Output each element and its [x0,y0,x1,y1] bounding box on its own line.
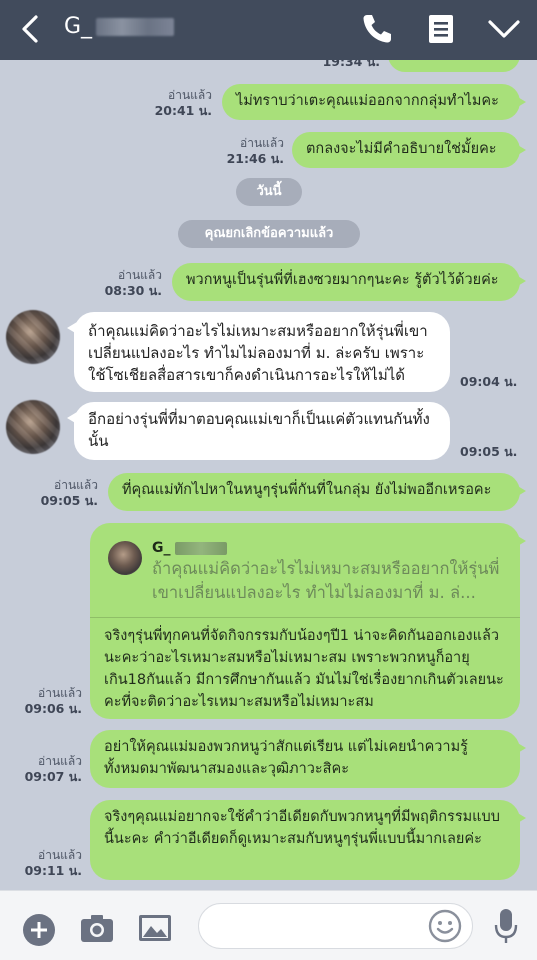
message-meta: 09:05 น. [460,444,530,459]
quoted-text[interactable]: ถ้าคุณแม่คิดว่าอะไรไม่เหมาะสมหรืออยากให้… [152,557,504,605]
input-bar [0,890,537,960]
message-bubble[interactable]: ไม่ทราบว่าเตะคุณแม่ออกจากกลุ่มทำไมคะ [222,84,526,120]
message-bubble[interactable]: อีกอย่างรุ่นพี่ที่มาตอบคุณแม่เขาก็เป็นแค… [67,402,450,460]
message-meta: อ่านแล้ว 09:06 น. [10,686,82,716]
message-text: ที่คุณแม่ทักไปหาในหนูๆรุ่นพี่กันที่ในกลุ… [122,482,492,498]
mic-icon[interactable] [494,907,518,945]
chat-header: G_ [0,0,537,60]
message-time: 08:30 น. [104,283,162,298]
blurred-name [96,18,175,36]
message-meta: อ่านแล้ว 09:11 น. [10,848,82,878]
unsent-notice: คุณยกเลิกข้อความแล้ว [178,220,360,248]
chat-area[interactable]: 19:34 น. อ่านแล้ว 20:41 น. ไม่ทราบว่าเตะ… [0,60,537,890]
chevron-down-icon[interactable] [487,16,521,42]
date-separator: วันนี้ [236,178,302,206]
read-receipt: อ่านแล้ว [240,136,284,150]
message-time: 21:46 น. [226,151,284,166]
message-time: 09:07 น. [24,769,82,784]
message-text: ตกลงจะไม่มีคำอธิบายใช่มั้ยคะ [306,141,497,157]
message-text: จริงๆรุ่นพี่ทุกคนที่จัดกิจกรรมกับน้องๆปี… [104,628,504,710]
emoji-icon[interactable] [428,909,462,943]
message-time: 09:04 น. [460,374,518,389]
read-receipt: อ่านแล้ว [118,268,162,282]
quote-avatar [108,541,142,575]
message-text: พวกหนูเป็นรุ่นพี่ที่เฮงซวยมากๆนะคะ รู้ตั… [186,272,499,288]
message-meta: อ่านแล้ว 20:41 น. [140,88,212,118]
avatar[interactable] [6,400,60,454]
message-bubble[interactable]: ที่คุณแม่ทักไปหาในหนูๆรุ่นพี่กันที่ในกลุ… [108,473,526,511]
chat-title: G_ [64,14,175,39]
message-meta: อ่านแล้ว 09:07 น. [10,754,82,784]
avatar[interactable] [6,310,60,364]
message-bubble[interactable]: ตกลงจะไม่มีคำอธิบายใช่มั้ยคะ [292,132,526,168]
read-receipt: อ่านแล้ว [54,478,98,492]
back-icon[interactable] [18,14,42,44]
message-bubble-partial [388,60,520,72]
message-time: 20:41 น. [154,103,212,118]
message-meta: อ่านแล้ว 08:30 น. [90,268,162,298]
plus-icon[interactable] [22,913,56,947]
read-receipt: อ่านแล้ว [38,754,82,768]
message-time-partial: 19:34 น. [322,60,380,69]
image-icon[interactable] [138,913,172,943]
message-meta: อ่านแล้ว 09:05 น. [28,478,98,508]
quote-divider [90,617,520,618]
message-time: 09:11 น. [24,863,82,878]
message-text: จริงๆคุณแม่อยากจะใช้คำว่าอีเดียดกับพวกหน… [104,809,500,847]
message-text: อีกอย่างรุ่นพี่ที่มาตอบคุณแม่เขาก็เป็นแค… [88,410,430,450]
quote-sender-name: G_ [152,537,227,559]
read-receipt: อ่านแล้ว [168,88,212,102]
chat-title-text: G_ [64,14,93,39]
message-meta: อ่านแล้ว 21:46 น. [210,136,284,166]
phone-icon[interactable] [360,12,394,46]
reply-message-bubble[interactable]: G_ ถ้าคุณแม่คิดว่าอะไรไม่เหมาะสมหรืออยาก… [90,523,526,719]
camera-icon[interactable] [80,913,114,943]
message-bubble[interactable]: อย่าให้คุณแม่มองพวกหนูว่าสักแต่เรียน แต่… [90,730,526,788]
message-bubble[interactable]: ถ้าคุณแม่คิดว่าอะไรไม่เหมาะสมหรืออยากให้… [67,312,450,392]
message-text: ไม่ทราบว่าเตะคุณแม่ออกจากกลุ่มทำไมคะ [236,93,499,109]
read-receipt: อ่านแล้ว [38,686,82,700]
message-time: 09:06 น. [24,701,82,716]
message-time: 09:05 น. [40,493,98,508]
blurred-name [174,541,227,555]
read-receipt: อ่านแล้ว [38,848,82,862]
message-text: อย่าให้คุณแม่มองพวกหนูว่าสักแต่เรียน แต่… [104,739,468,777]
message-bubble[interactable]: จริงๆคุณแม่อยากจะใช้คำว่าอีเดียดกับพวกหน… [90,800,526,880]
notes-icon[interactable] [427,12,455,46]
message-bubble[interactable]: พวกหนูเป็นรุ่นพี่ที่เฮงซวยมากๆนะคะ รู้ตั… [172,263,526,301]
message-time: 09:05 น. [460,444,518,459]
message-meta: 09:04 น. [460,374,530,389]
message-text: ถ้าคุณแม่คิดว่าอะไรไม่เหมาะสมหรืออยากให้… [88,322,428,384]
